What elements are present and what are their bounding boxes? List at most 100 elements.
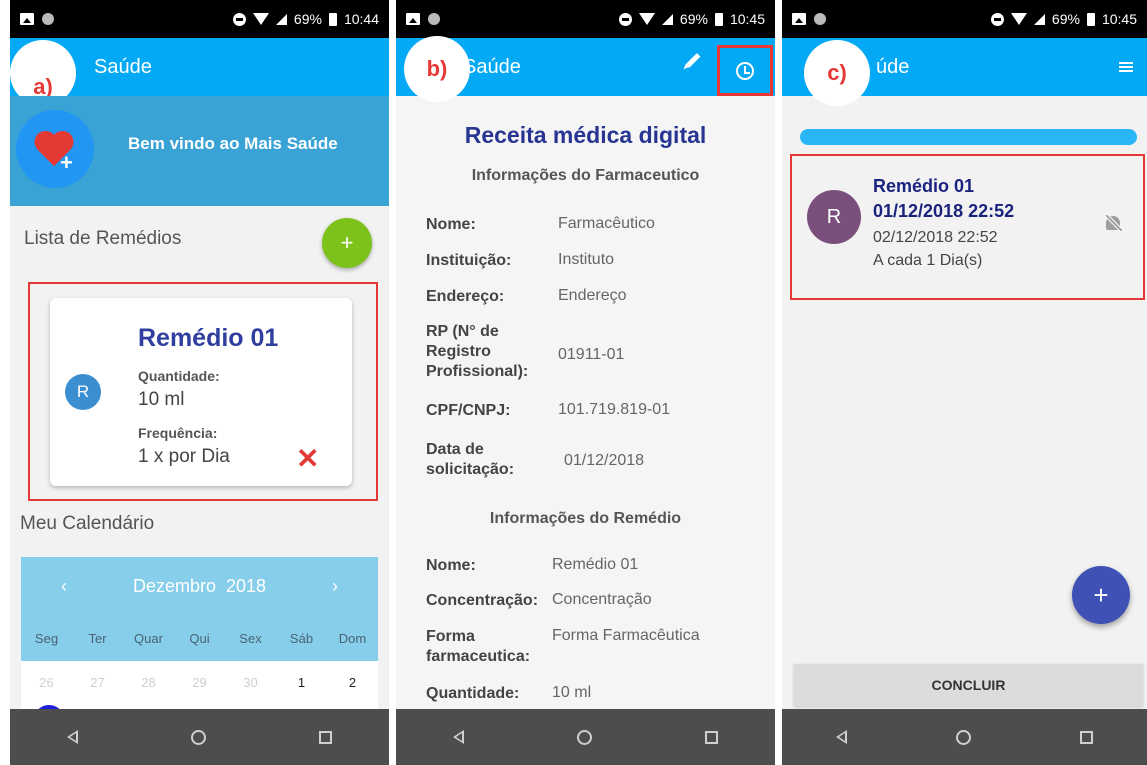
calendar-header: ‹ Dezembro 2018 › [21,557,378,615]
home-icon[interactable] [190,729,206,745]
rp-label-line: Registro [426,343,491,360]
battery-percent: 69% [679,11,708,27]
weekday-row: Seg Ter Quar Qui Sex Sáb Dom [21,615,378,661]
recent-apps-icon[interactable] [1079,730,1093,744]
medicine-name: Remédio 01 [138,324,279,352]
request-date-label: Data de solicitação: [426,440,514,480]
medicine-section-title: Informações do Remédio [489,510,682,527]
dosage-form-label-line: Forma [426,628,475,645]
do-not-disturb-icon [618,12,632,26]
medicine-name-value: Remédio 01 [552,556,639,573]
weekday: Sáb [289,630,314,646]
cpf-value: 101.719.819-01 [558,401,671,418]
calendar-day[interactable]: 2 [327,675,378,690]
weekday: Seg [34,630,59,646]
year-label: 2018 [226,575,267,596]
pharmacist-section-title: Informações do Farmaceutico [471,167,700,184]
next-month-icon[interactable]: › [332,576,338,597]
weekday: Quar [134,630,163,646]
home-icon[interactable] [955,729,971,745]
notification-dot-icon [814,13,826,25]
calendar-day[interactable]: 27 [72,675,123,690]
request-date-label-line: Data de [426,441,484,458]
prescription-title: Receita médica digital [464,122,707,148]
app-title: Saúde [94,55,152,78]
frequency-label: Frequência: [138,425,218,441]
prev-month-icon[interactable]: ‹ [61,576,67,597]
calendar-day[interactable]: 1 [276,675,327,690]
notification-dot-icon [428,13,440,25]
weekday: Qui [189,630,210,646]
avatar: R [807,190,861,244]
panel-label: b) [404,36,470,102]
quantity-value: 10 ml [138,389,185,410]
dosage-form-label-line: farmaceutica: [426,648,531,665]
battery-icon [1086,12,1095,26]
list-icon[interactable] [1119,62,1133,72]
image-notification-icon [792,13,806,25]
institution-label: Instituição: [426,252,512,269]
medicine-name-label: Nome: [426,557,476,574]
image-notification-icon [20,13,34,25]
calendar-day[interactable]: 26 [21,675,72,690]
android-nav-bar [10,709,389,765]
add-reminder-button[interactable]: + [1072,566,1130,624]
alarm-clock-icon[interactable] [736,61,754,80]
back-icon[interactable] [836,730,848,744]
medicine-list-title: Lista de Remédios [24,228,182,249]
reminder-interval: A cada 1 Dia(s) [873,252,983,269]
bell-off-icon[interactable] [1106,216,1120,230]
address-label: Endereço: [426,288,505,305]
rp-label-line: RP (N° de [426,323,499,340]
weekday: Dom [338,630,367,646]
weekday: Sex [239,630,262,646]
rp-value: 01911-01 [558,346,625,363]
recent-apps-icon[interactable] [319,730,333,744]
add-medicine-button[interactable]: + [322,218,372,268]
concentration-label: Concentração: [426,592,539,609]
quantity-value: 10 ml [552,684,592,701]
edit-pencil-icon[interactable] [685,53,701,68]
welcome-banner: + Bem vindo ao Mais Saúde [10,96,389,206]
pharmacist-name-label: Nome: [426,216,476,233]
reminder-next-datetime: 02/12/2018 22:52 [873,229,998,246]
battery-icon [714,12,723,26]
address-value: Endereço [558,287,627,304]
panel-label: c) [804,40,870,106]
calendar-day[interactable]: 28 [123,675,174,690]
frequency-value: 1 x por Dia [138,446,230,467]
conclude-button[interactable]: CONCLUIR [794,664,1143,706]
phone-screen-b: 69% 10:45 Saúde b) Receita médica digita… [396,0,775,765]
dosage-form-label: Forma farmaceutica: [426,627,530,667]
calendar-day[interactable]: 29 [174,675,225,690]
alarm-highlight [717,45,773,96]
notification-dot-icon [42,13,54,25]
recent-apps-icon[interactable] [705,730,719,744]
reminder-card[interactable]: R Remédio 01 01/12/2018 22:52 02/12/2018… [790,154,1145,300]
medicine-card[interactable]: Remédio 01 R Quantidade: 10 ml Frequênci… [50,298,352,486]
progress-bar [800,129,1137,145]
status-bar: 69% 10:45 [396,0,775,38]
back-icon[interactable] [452,730,464,744]
concentration-value: Concentração [552,591,652,608]
back-icon[interactable] [66,730,78,744]
request-date-label-line: solicitação: [426,461,515,478]
plus-icon: + [60,150,73,175]
calendar-day[interactable]: 30 [225,675,276,690]
request-date-value: 01/12/2018 [564,452,645,469]
reminder-start-datetime: 01/12/2018 22:52 [873,201,1015,221]
delete-icon[interactable]: ✕ [296,442,319,475]
signal-icon [1033,13,1045,25]
status-bar: 69% 10:45 [782,0,1147,38]
phone-screen-c: 69% 10:45 úde c) R Remédio 01 01/12/2018… [782,0,1147,765]
battery-icon [328,12,337,26]
welcome-text: Bem vindo ao Mais Saúde [128,134,338,153]
status-bar: 69% 10:44 [10,0,389,38]
home-icon[interactable] [576,729,592,745]
reminder-name: Remédio 01 [873,176,975,196]
app-logo: + [16,110,94,188]
quantity-label: Quantidade: [138,368,220,384]
month-year: Dezembro 2018 [133,576,266,597]
phone-screen-a: 69% 10:44 Saúde a) + Bem vindo ao Mais S… [10,0,389,765]
android-nav-bar [396,709,775,765]
